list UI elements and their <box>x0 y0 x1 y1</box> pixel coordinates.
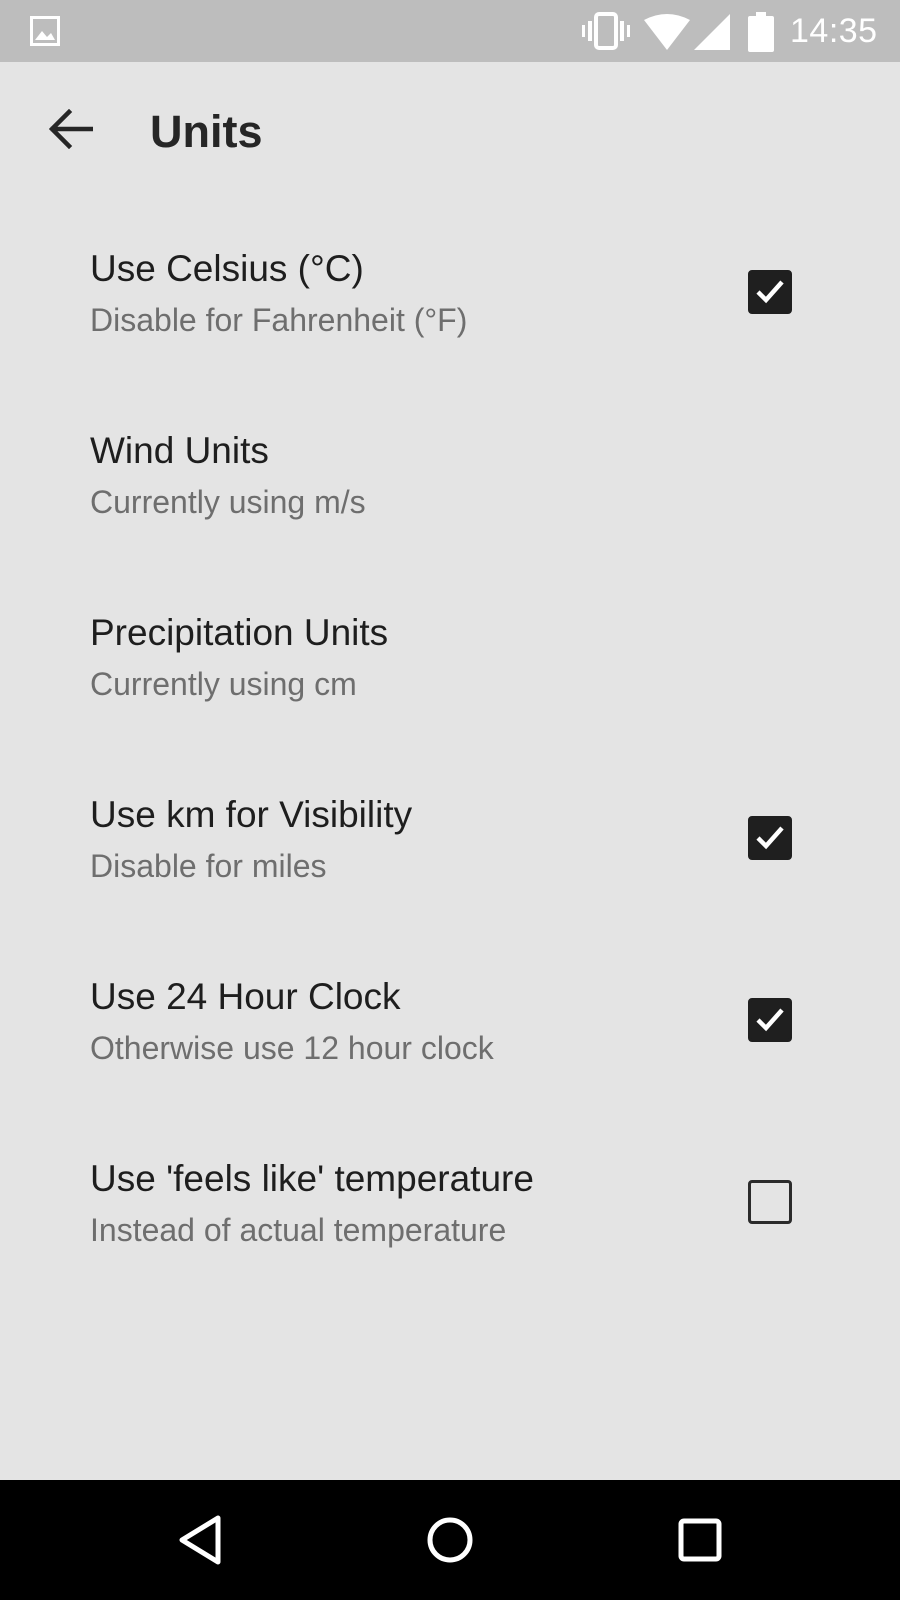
wifi-icon <box>644 14 690 55</box>
navigation-bar <box>0 1480 900 1600</box>
setting-title: Precipitation Units <box>90 612 389 653</box>
setting-summary: Disable for miles <box>90 848 327 884</box>
feels-like-checkbox[interactable] <box>748 1180 792 1224</box>
setting-summary: Currently using m/s <box>90 484 366 520</box>
status-bar: 14:35 <box>0 0 900 62</box>
check-icon <box>756 280 784 304</box>
setting-row-24-hour-clock[interactable]: Use 24 Hour Clock Otherwise use 12 hour … <box>0 930 900 1112</box>
setting-row-feels-like[interactable]: Use 'feels like' temperature Instead of … <box>0 1112 900 1294</box>
app-bar: Units <box>0 62 900 202</box>
nav-home-icon[interactable] <box>420 1510 480 1575</box>
setting-summary: Otherwise use 12 hour clock <box>90 1030 494 1066</box>
check-icon <box>756 826 784 850</box>
setting-title: Wind Units <box>90 430 269 471</box>
gallery-icon <box>30 16 60 51</box>
nav-back-icon[interactable] <box>170 1510 230 1575</box>
screen: 14:35 Units Use Celsius (°C) Disable for… <box>0 0 900 1600</box>
setting-row-celsius[interactable]: Use Celsius (°C) Disable for Fahrenheit … <box>0 202 900 384</box>
battery-icon <box>748 12 774 57</box>
settings-list: Use Celsius (°C) Disable for Fahrenheit … <box>0 202 900 1294</box>
status-time: 14:35 <box>790 12 878 50</box>
arrow-back-icon <box>48 108 94 154</box>
back-button[interactable] <box>36 96 106 166</box>
setting-title: Use 'feels like' temperature <box>90 1158 534 1199</box>
setting-title: Use 24 Hour Clock <box>90 976 401 1017</box>
celsius-checkbox[interactable] <box>748 270 792 314</box>
setting-row-precipitation-units[interactable]: Precipitation Units Currently using cm <box>0 566 900 748</box>
visibility-km-checkbox[interactable] <box>748 816 792 860</box>
setting-row-wind-units[interactable]: Wind Units Currently using m/s <box>0 384 900 566</box>
vibrate-icon <box>582 12 630 55</box>
setting-row-visibility-km[interactable]: Use km for Visibility Disable for miles <box>0 748 900 930</box>
nav-recents-icon[interactable] <box>672 1512 728 1573</box>
setting-summary: Currently using cm <box>90 666 357 702</box>
setting-title: Use km for Visibility <box>90 794 413 835</box>
setting-summary: Disable for Fahrenheit (°F) <box>90 302 468 338</box>
24-hour-clock-checkbox[interactable] <box>748 998 792 1042</box>
page-title: Units <box>150 106 263 157</box>
setting-title: Use Celsius (°C) <box>90 248 364 289</box>
check-icon <box>756 1008 784 1032</box>
setting-summary: Instead of actual temperature <box>90 1212 507 1248</box>
signal-icon <box>694 14 730 55</box>
